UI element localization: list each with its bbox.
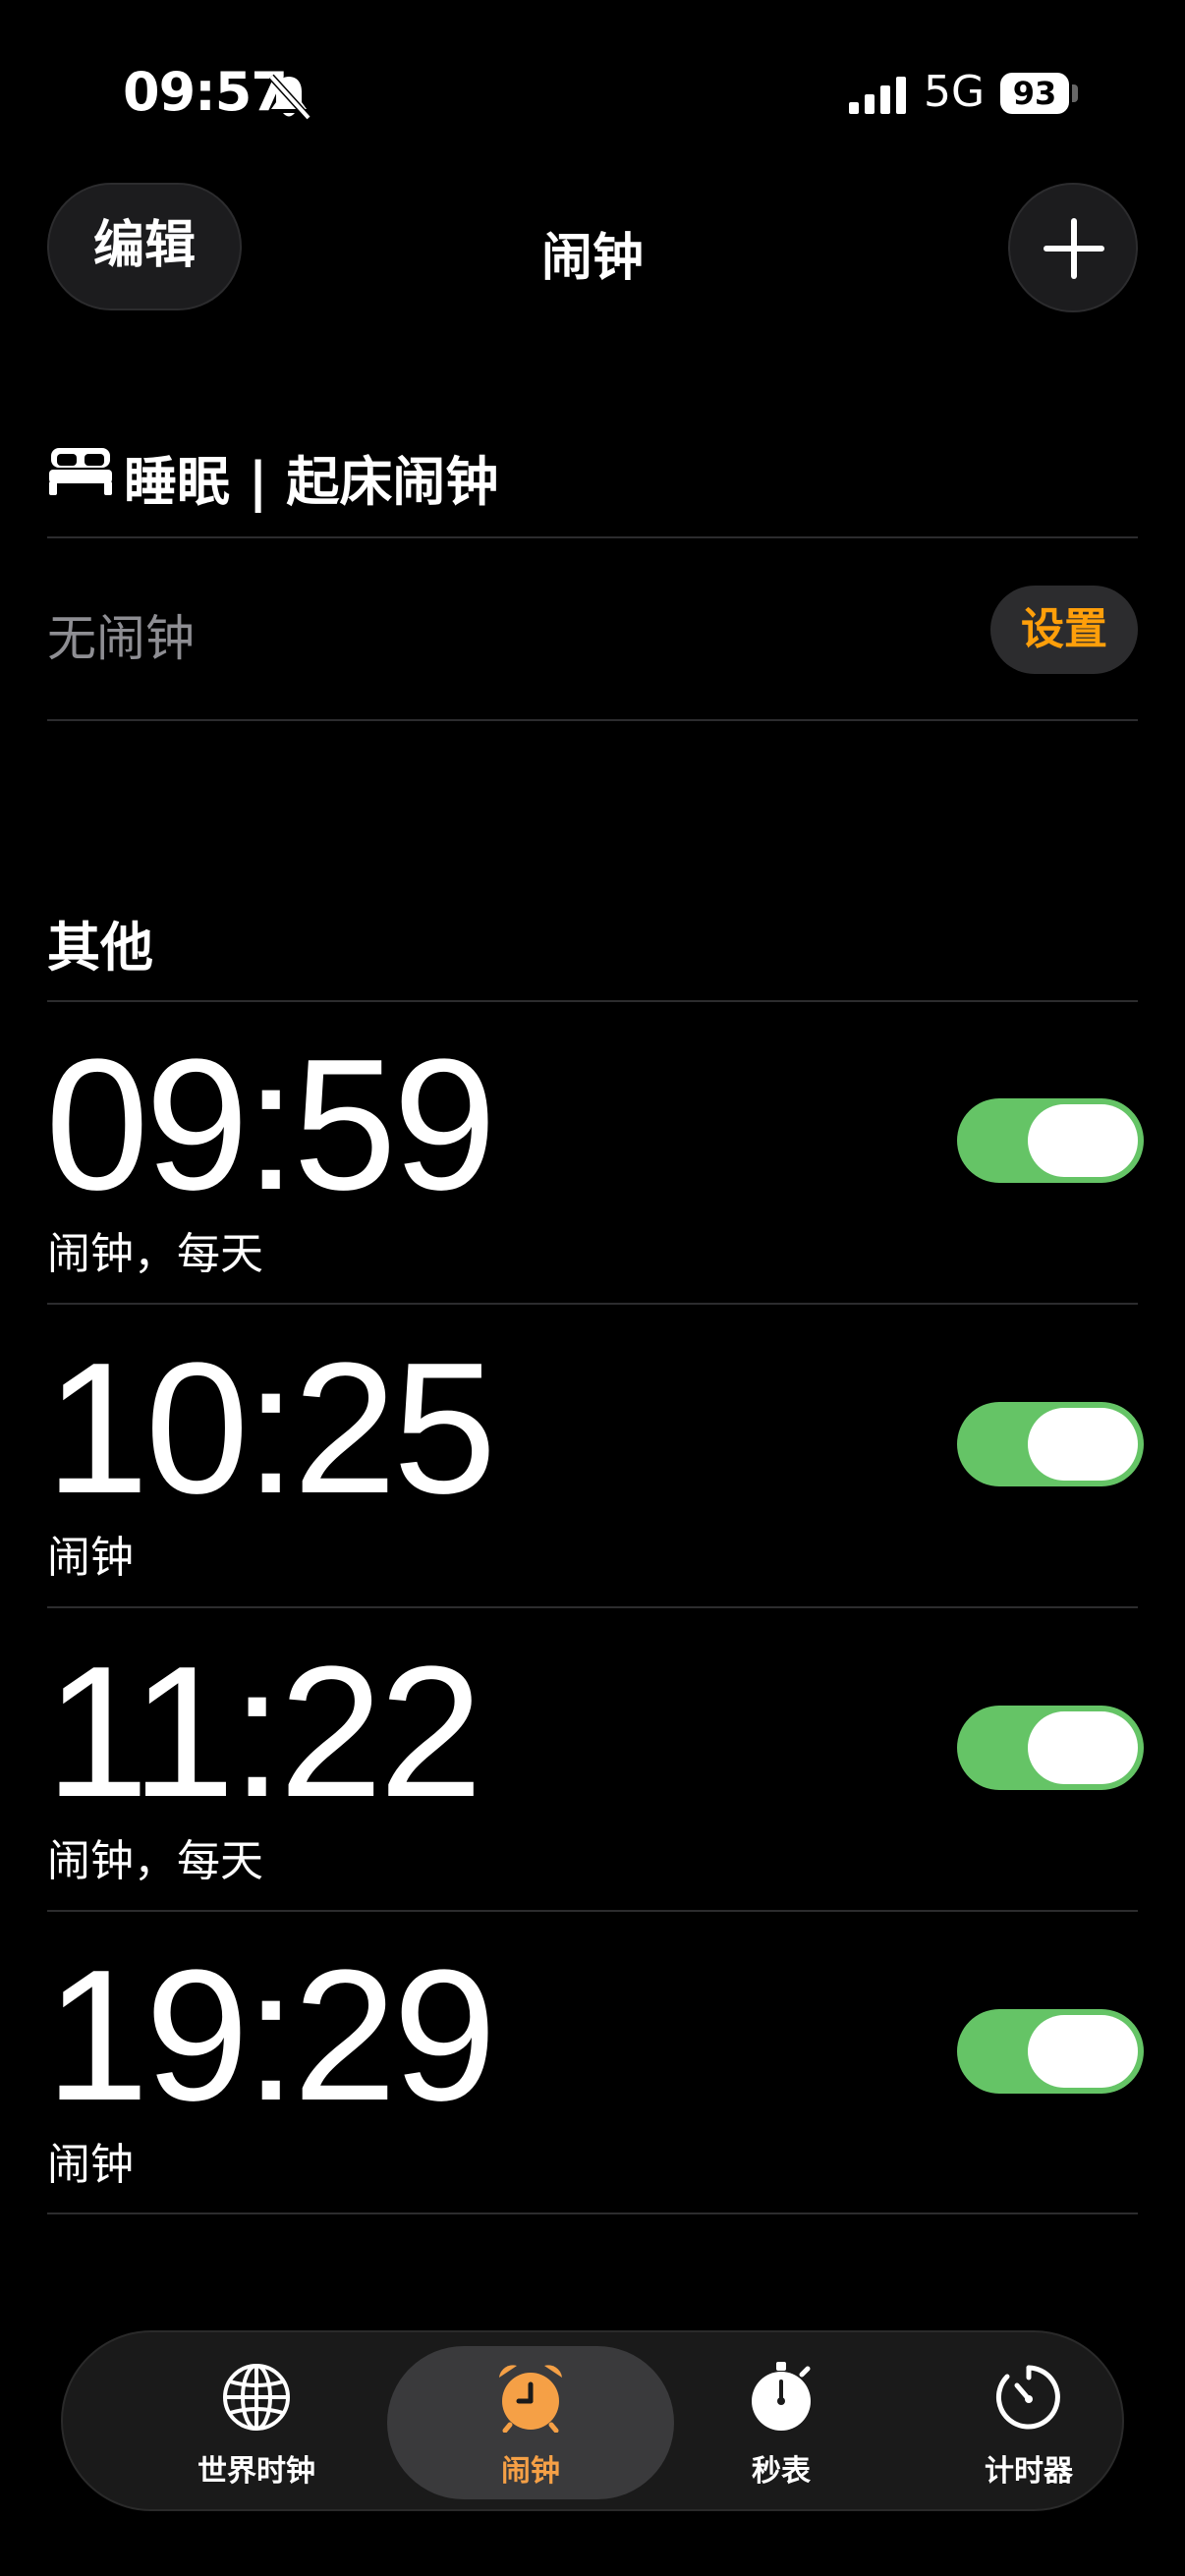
alarm-label: 闹钟，每天: [47, 1229, 263, 1279]
toggle-knob: [1028, 1104, 1138, 1177]
alarm-row[interactable]: 11:22 闹钟，每天: [0, 1609, 1185, 1912]
alarm-toggle[interactable]: [957, 1706, 1144, 1790]
alarm-time: 11:22: [45, 1628, 482, 1836]
alarm-time: 09:59: [45, 1021, 496, 1229]
alarm-row[interactable]: 10:25 闹钟: [0, 1306, 1185, 1608]
divider: [47, 2212, 1138, 2214]
bed-icon: [49, 448, 112, 495]
sleep-section-title: 睡眠 | 起床闹钟: [124, 451, 499, 513]
alarm-row[interactable]: 19:29 闹钟: [0, 1913, 1185, 2215]
divider: [47, 1910, 1138, 1912]
alarm-row[interactable]: 09:59 闹钟，每天: [0, 1002, 1185, 1305]
no-alarm-text: 无闹钟: [47, 610, 195, 667]
clock-app-screen: 09:57 5G 93 编辑 闹钟 睡眠 | 起床闹钟 无闹钟 设置 其他 09…: [0, 0, 1185, 2576]
alarm-label: 闹钟: [47, 2140, 134, 2190]
tab-label: 世界时钟: [198, 2454, 315, 2489]
stopwatch-icon: [752, 2362, 811, 2431]
status-bar: 09:57 5G 93: [0, 0, 1185, 187]
toggle-knob: [1028, 1408, 1138, 1481]
tab-label: 计时器: [985, 2454, 1073, 2489]
timer-icon: [995, 2365, 1060, 2430]
battery-nub: [1072, 84, 1078, 102]
tab-world-clock[interactable]: 世界时钟: [132, 2332, 381, 2509]
tab-bar: 世界时钟 闹钟 秒表 计时器: [61, 2330, 1124, 2511]
add-alarm-button[interactable]: [1008, 183, 1138, 312]
alarm-clock-icon: [499, 2365, 562, 2433]
alarm-time: 10:25: [45, 1324, 496, 1533]
tab-timer[interactable]: 计时器: [904, 2332, 1154, 2509]
page-title: 闹钟: [540, 229, 644, 288]
network-type: 5G: [924, 67, 986, 117]
alarm-toggle[interactable]: [957, 1098, 1144, 1183]
other-section-title: 其他: [47, 917, 153, 979]
toggle-knob: [1028, 1711, 1138, 1784]
status-time: 09:57: [123, 61, 288, 123]
tab-stopwatch[interactable]: 秒表: [656, 2332, 906, 2509]
set-sleep-alarm-button[interactable]: 设置: [990, 586, 1138, 674]
alarm-label: 闹钟，每天: [47, 1836, 263, 1886]
alarm-toggle[interactable]: [957, 2009, 1144, 2094]
battery-icon: 93: [1000, 73, 1069, 114]
divider: [47, 536, 1138, 538]
tab-alarm[interactable]: 闹钟: [406, 2332, 655, 2509]
alarm-toggle[interactable]: [957, 1402, 1144, 1486]
divider: [47, 1303, 1138, 1305]
globe-icon: [223, 2364, 290, 2431]
tab-label: 闹钟: [501, 2454, 560, 2489]
alarm-label: 闹钟: [47, 1533, 134, 1583]
signal-icon: [849, 77, 906, 114]
toggle-knob: [1028, 2015, 1138, 2088]
plus-icon: [1044, 218, 1104, 279]
divider: [47, 1606, 1138, 1608]
alarm-time: 19:29: [45, 1932, 496, 2140]
bell-off-icon: [268, 74, 310, 121]
tab-label: 秒表: [752, 2454, 811, 2489]
divider: [47, 719, 1138, 721]
